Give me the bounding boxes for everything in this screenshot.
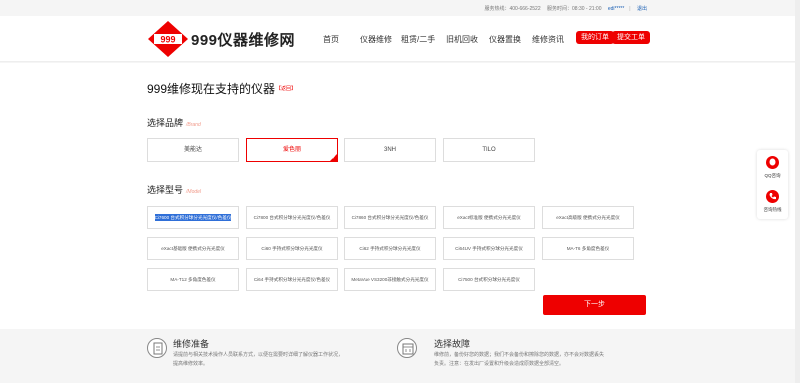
feature-description: 维修前，备份好您的数据；我们不会备份和擦除您的数据，亦不会对数据丢失负责。注意：… bbox=[434, 352, 605, 367]
model-option-label: MA-T12 多角度色差仪 bbox=[170, 277, 216, 282]
document-icon bbox=[147, 338, 167, 358]
nav-item-exchange[interactable]: 仪器置换 bbox=[489, 34, 521, 45]
model-option-label: Ci7860 台式积分球分光光度仪/色差仪 bbox=[351, 215, 429, 220]
model-option[interactable]: eXact基础版 便携式分光光度仪 bbox=[147, 237, 239, 260]
brand-option-label: 美能达 bbox=[183, 147, 202, 153]
model-option[interactable]: Ci60 手持式积分球分光光度仪 bbox=[246, 237, 338, 260]
site-header: 999 999仪器维修网 首页 仪器维修 租赁/二手 旧机回收 仪器置换 维修资… bbox=[0, 16, 800, 62]
next-step-button[interactable]: 下一步 bbox=[543, 295, 646, 315]
checkmark-icon: ✓ bbox=[331, 155, 336, 161]
my-orders-button[interactable]: 我的订单 bbox=[576, 31, 614, 44]
feature-description: 请提前与相关技术操作人员联系方式，以便在需要时详细了解仪器工作状况，提高维修效率… bbox=[173, 352, 344, 367]
model-option-label: eXact高级版 便携式分光光度仪 bbox=[556, 215, 620, 220]
model-option[interactable]: Ci7860 台式积分球分光光度仪/色差仪 bbox=[344, 206, 436, 229]
model-option[interactable]: Ci7600 台式积分球分光光度仪/色差仪 bbox=[147, 206, 239, 229]
model-option-label: Ci60 手持式积分球分光光度仪 bbox=[261, 246, 323, 251]
model-section-title-en: /Model bbox=[186, 189, 202, 195]
brand-option-3nh[interactable]: 3NH bbox=[344, 138, 436, 162]
model-option-label: Ci7800 台式积分球分光光度仪/色差仪 bbox=[253, 215, 331, 220]
model-option[interactable]: eXact标准版 便携式分光光度仪 bbox=[443, 206, 535, 229]
logo-diamond-icon: 999 bbox=[148, 21, 188, 57]
feature-title: 选择故障 bbox=[434, 339, 471, 349]
model-option[interactable]: MetaVue VS3200非接触式分光光度仪 bbox=[344, 268, 436, 291]
model-option[interactable]: eXact高级版 便携式分光光度仪 bbox=[542, 206, 634, 229]
model-option-label: Ci7600 台式积分球分光光度仪/色差仪 bbox=[154, 214, 232, 221]
brand-option-tilo[interactable]: TILO bbox=[443, 138, 535, 162]
nav-item-repair[interactable]: 仪器维修 bbox=[360, 34, 392, 45]
model-option-label: Ci64UV 手持式积分球分光光度仪 bbox=[455, 246, 523, 251]
return-link[interactable]: 【返回】 bbox=[276, 85, 296, 92]
top-utility-bar: 服务热线：400-666-2522 服务时间：08:30 - 21:00 edi… bbox=[0, 0, 800, 16]
model-section-title-text: 选择型号 bbox=[147, 185, 184, 195]
phone-consult-button[interactable]: 咨询热线 bbox=[757, 184, 788, 218]
logo-mark-text: 999 bbox=[160, 35, 175, 45]
user-account-link[interactable]: edi***** bbox=[608, 6, 624, 12]
model-option-label: eXact标准版 便携式分光光度仪 bbox=[457, 215, 521, 220]
nav-item-rental[interactable]: 租赁/二手 bbox=[401, 34, 435, 45]
model-option-label: Ci64 手持式积分球分光光度仪/色差仪 bbox=[253, 277, 331, 282]
brand-option-label: 爱色丽 bbox=[282, 147, 301, 153]
qq-consult-label: QQ咨询 bbox=[764, 173, 781, 178]
nav-item-home[interactable]: 首页 bbox=[323, 34, 339, 45]
phone-icon bbox=[766, 190, 779, 203]
page-title: 999维修现在支持的仪器 bbox=[147, 82, 276, 96]
model-section-title: 选择型号/Model bbox=[147, 183, 201, 196]
logo-text[interactable]: 999仪器维修网 bbox=[191, 29, 295, 50]
page-scrollbar[interactable] bbox=[795, 0, 800, 383]
model-option[interactable]: Ci7800 台式积分球分光光度仪/色差仪 bbox=[246, 206, 338, 229]
calendar-icon bbox=[397, 338, 417, 358]
model-option[interactable]: Ci64UV 手持式积分球分光光度仪 bbox=[443, 237, 535, 260]
logout-link[interactable]: 退出 bbox=[637, 6, 647, 12]
phone-consult-label: 咨询热线 bbox=[763, 207, 782, 212]
brand-option-label: 3NH bbox=[383, 147, 396, 153]
hotline-text: 服务热线：400-666-2522 bbox=[484, 6, 541, 12]
model-option[interactable]: Ci62 手持式积分球分光光度仪 bbox=[344, 237, 436, 260]
logo-mark[interactable]: 999 bbox=[148, 21, 188, 57]
brand-section-title-en: /Brand bbox=[186, 122, 201, 128]
model-option[interactable]: Ci64 手持式积分球分光光度仪/色差仪 bbox=[246, 268, 338, 291]
model-option[interactable]: MA-T12 多角度色差仪 bbox=[147, 268, 239, 291]
nav-item-news[interactable]: 维修资讯 bbox=[532, 34, 564, 45]
brand-option-label: TILO bbox=[482, 147, 496, 153]
model-option-label: MetaVue VS3200非接触式分光光度仪 bbox=[351, 277, 429, 282]
model-option[interactable]: MA-T6 多角度色差仪 bbox=[542, 237, 634, 260]
brand-section-title-text: 选择品牌 bbox=[147, 118, 184, 128]
nav-item-recycle[interactable]: 旧机回收 bbox=[446, 34, 478, 45]
model-option-label: MA-T6 多角度色差仪 bbox=[566, 246, 610, 251]
qq-icon bbox=[766, 156, 779, 169]
brand-section-title: 选择品牌/Brand bbox=[147, 116, 201, 129]
qq-consult-button[interactable]: QQ咨询 bbox=[757, 150, 788, 184]
model-option[interactable]: Ci7500 台式积分球分光光度仪 bbox=[443, 268, 535, 291]
feature-title: 维修准备 bbox=[173, 339, 210, 349]
floating-contact-panel: QQ咨询 咨询热线 bbox=[757, 150, 788, 219]
submit-ticket-button[interactable]: 提交工单 bbox=[612, 31, 650, 44]
brand-option-xrite[interactable]: 爱色丽 ✓ bbox=[246, 138, 338, 162]
model-option-label: Ci62 手持式积分球分光光度仪 bbox=[359, 246, 421, 251]
brand-option-minolta[interactable]: 美能达 bbox=[147, 138, 239, 162]
top-utility-info: 服务热线：400-666-2522 服务时间：08:30 - 21:00 edi… bbox=[479, 5, 647, 12]
model-option-label: eXact基础版 便携式分光光度仪 bbox=[161, 246, 225, 251]
model-option-label: Ci7500 台式积分球分光光度仪 bbox=[458, 277, 520, 282]
divider: | bbox=[629, 6, 631, 12]
service-hours-text: 服务时间：08:30 - 21:00 bbox=[547, 6, 602, 12]
